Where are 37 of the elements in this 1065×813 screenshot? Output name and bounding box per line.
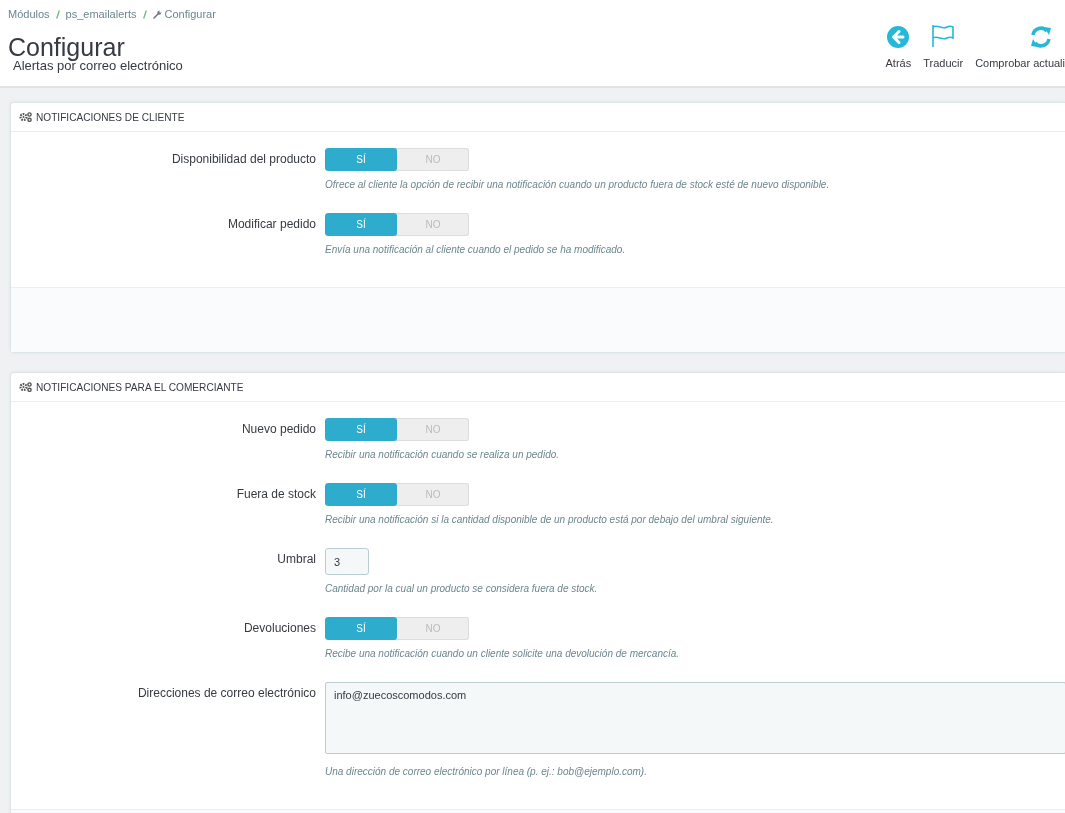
field-hint: Ofrece al cliente la opción de recibir una notificación cuando un producto fuera de stock esté de nuevo disponible.: [325, 178, 831, 191]
field-hint: Recibir una notificación si la cantidad disponible de un producto está por debajo del umbral siguiente.: [325, 513, 775, 526]
back-button[interactable]: Atrás: [879, 22, 918, 69]
field-hint: Recibir una notificación cuando se realiza un pedido.: [325, 448, 561, 461]
switch-option[interactable]: SÍ: [325, 617, 397, 640]
breadcrumb-link[interactable]: Módulos: [8, 8, 50, 20]
gears-icon: [19, 112, 32, 122]
switch-option[interactable]: SÍ: [325, 418, 397, 441]
check-updates-button[interactable]: Comprobar actuali: [969, 22, 1065, 69]
breadcrumb-link[interactable]: ps_emailalerts: [65, 8, 137, 20]
threshold-input[interactable]: 3: [325, 548, 369, 575]
field-label: Fuera de stock: [235, 486, 316, 503]
breadcrumb-separator-icon: [55, 9, 60, 19]
field-label: Nuevo pedido: [240, 421, 316, 438]
field-hint: Recibe una notificación cuando un cliente solicite una devolución de mercancía.: [325, 647, 681, 660]
translate-button[interactable]: Traducir: [917, 22, 970, 69]
breadcrumb-current: Configurar: [164, 8, 216, 20]
panel-title: NOTIFICACIONES PARA EL COMERCIANTE: [36, 381, 244, 393]
field-label: Disponibilidad del producto: [170, 151, 316, 168]
field-hint: Envía una notificación al cliente cuando el pedido se ha modificado.: [325, 243, 627, 256]
field-hint: Una dirección de correo electrónico por línea (p. ej.: bob@ejemplo.com).: [325, 765, 648, 778]
switch-option[interactable]: SÍ: [325, 148, 397, 171]
field-label: Modificar pedido: [226, 216, 316, 233]
refresh-icon: [1030, 26, 1052, 48]
wrench-icon: [152, 9, 162, 19]
switch-option[interactable]: SÍ: [325, 483, 397, 506]
page-title: Configurar: [8, 34, 126, 60]
field-label: Devoluciones: [242, 620, 316, 637]
flag-icon: [930, 24, 957, 48]
panel-title: NOTIFICACIONES DE CLIENTE: [36, 111, 185, 123]
breadcrumb-separator-icon: [142, 9, 147, 19]
switch-option[interactable]: SÍ: [325, 213, 397, 236]
field-label: Umbral: [276, 551, 316, 568]
field-hint: Cantidad por la cual un producto se considera fuera de stock.: [325, 582, 599, 595]
field-label: Direcciones de correo electrónico: [136, 685, 316, 702]
email-addresses-field[interactable]: info@zuecoscomodos.com: [325, 682, 1065, 754]
gears-icon: [19, 382, 32, 392]
